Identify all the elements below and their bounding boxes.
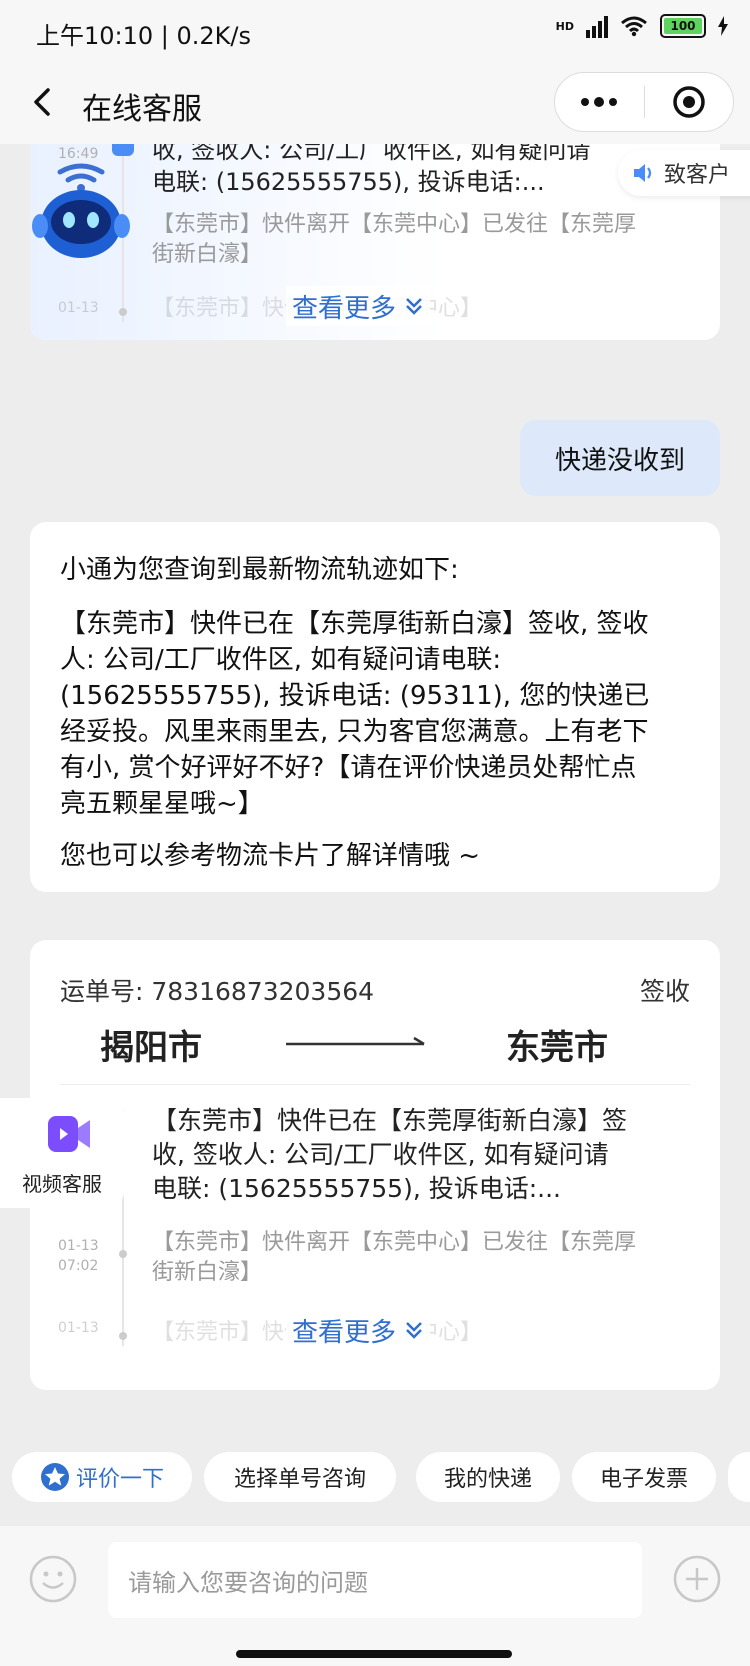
star-icon — [40, 1463, 69, 1491]
message-input[interactable]: 请输入您要咨询的问题 — [108, 1542, 642, 1618]
timeline-time: 07:02 — [58, 1258, 99, 1274]
timeline-event-text: 【东莞市】快件已在【东莞厚街新白濠】签 — [152, 1106, 628, 1135]
emoji-icon[interactable] — [28, 1554, 78, 1604]
e-invoice-chip[interactable]: 电子发票 — [572, 1452, 716, 1502]
select-waybill-chip[interactable]: 选择单号咨询 — [204, 1452, 396, 1502]
view-more-link[interactable]: 查看更多 — [286, 1310, 431, 1350]
bot-reply-intro: 小通为您查询到最新物流轨迹如下: — [60, 555, 459, 585]
page-title: 在线客服 — [82, 92, 202, 127]
bot-reply-line: (15625555755), 投诉电话: (95311), 您的快递已 — [60, 681, 650, 711]
timeline-event-text: 电联: (15625555755), 投诉电话:... — [152, 1174, 561, 1203]
nav-bar: 在线客服 — [0, 64, 750, 144]
video-camera-icon — [48, 1116, 90, 1152]
timeline-date: 01-13 — [58, 300, 99, 316]
status-bar: 上午10:10 | 0.2K/s HD 100 — [0, 0, 750, 64]
battery-icon: 100 — [660, 14, 706, 38]
bot-reply-line: 亮五颗星星哦~】 — [60, 789, 264, 819]
speaker-icon — [634, 164, 652, 182]
waybill-number: 运单号: 78316873203564 — [60, 977, 375, 1006]
close-mini-program-button[interactable] — [645, 73, 734, 131]
delivery-status: 签收 — [639, 977, 690, 1006]
rate-service-chip[interactable]: 评价一下 — [12, 1452, 192, 1502]
bot-reply-line: 经妥投。风里来雨里去, 只为客官您满意。上有老下 — [60, 717, 649, 747]
more-chip-partial[interactable] — [728, 1452, 750, 1502]
video-service-label: 视频客服 — [22, 1172, 102, 1196]
bot-reply-line: 有小, 赏个好评好不好?【请在评价快递员处帮忙点 — [60, 753, 637, 783]
home-indicator[interactable] — [236, 1650, 512, 1658]
timeline-event-text: 【东莞市】快件离开【东莞中心】已发往【东莞厚 — [152, 1230, 637, 1255]
robot-assistant-avatar[interactable] — [26, 158, 136, 266]
double-chevron-down-icon — [406, 1322, 422, 1339]
card-divider — [60, 1084, 690, 1085]
double-chevron-down-icon — [406, 298, 422, 315]
notify-label: 致客户 — [664, 163, 731, 188]
wifi-icon — [621, 16, 647, 37]
user-message-bubble: 快递没收到 — [520, 420, 720, 496]
chat-area: 16:49 收, 签收人: 公司/工厂收件区, 如有疑问请 电联: (15625… — [0, 144, 750, 1444]
more-button[interactable] — [555, 73, 644, 131]
mini-program-capsule — [554, 72, 734, 132]
timeline-event-text: 收, 签收人: 公司/工厂收件区, 如有疑问请 — [152, 1140, 609, 1169]
tracking-card[interactable]: 运单号: 78316873203564 签收 揭阳市 东莞市 【东莞市】快件已在… — [30, 940, 720, 1390]
my-parcels-chip[interactable]: 我的快递 — [416, 1452, 560, 1502]
timeline-dot — [119, 1250, 127, 1258]
origin-city: 揭阳市 — [100, 1028, 202, 1068]
more-dots-icon — [581, 97, 618, 107]
bot-reply-line: 【东莞市】快件已在【东莞厚街新白濠】签收, 签收 — [60, 609, 649, 639]
timeline-dot — [119, 1332, 127, 1340]
plus-icon[interactable] — [672, 1554, 722, 1604]
timeline-event-text: 电联: (15625555755), 投诉电话:... — [152, 168, 545, 196]
target-icon — [673, 86, 705, 118]
bot-reply-card: 小通为您查询到最新物流轨迹如下: 【东莞市】快件已在【东莞厚街新白濠】签收, 签… — [30, 522, 720, 892]
quick-actions-bar: 评价一下 选择单号咨询 我的快递 电子发票 — [0, 1452, 750, 1508]
timeline-event-text: 【东莞市】快件离开【东莞中心】已发往【东莞厚 — [152, 212, 637, 237]
route-arrow-icon — [286, 1036, 425, 1046]
video-service-button[interactable]: 视频客服 — [0, 1098, 124, 1208]
network-type: HD — [555, 19, 574, 33]
timeline-event-text: 收, 签收人: 公司/工厂收件区, 如有疑问请 — [152, 144, 591, 164]
status-time: 上午10:10 | 0.2K/s — [36, 22, 252, 50]
bot-reply-line: 人: 公司/工厂收件区, 如有疑问请电联: — [60, 645, 502, 675]
timeline-date: 01-13 — [58, 1238, 99, 1254]
view-more-link[interactable]: 查看更多 — [286, 286, 431, 326]
charging-icon — [718, 16, 728, 36]
destination-city: 东莞市 — [506, 1028, 608, 1068]
status-icons: HD 100 — [556, 14, 728, 38]
bot-reply-outro: 您也可以参考物流卡片了解详情哦 ~ — [60, 841, 481, 871]
timeline-dot — [119, 308, 127, 316]
timeline-dot-current — [112, 144, 134, 156]
timeline-event-text: 街新白濠】 — [152, 242, 263, 267]
back-arrow-icon[interactable] — [26, 84, 62, 120]
input-bar: 请输入您要咨询的问题 — [0, 1526, 750, 1666]
notify-customer-button[interactable]: 致客户 — [618, 150, 750, 196]
signal-icon — [586, 14, 608, 38]
timeline-date: 01-13 — [58, 1320, 99, 1336]
timeline-event-text: 街新白濠】 — [152, 1260, 263, 1285]
